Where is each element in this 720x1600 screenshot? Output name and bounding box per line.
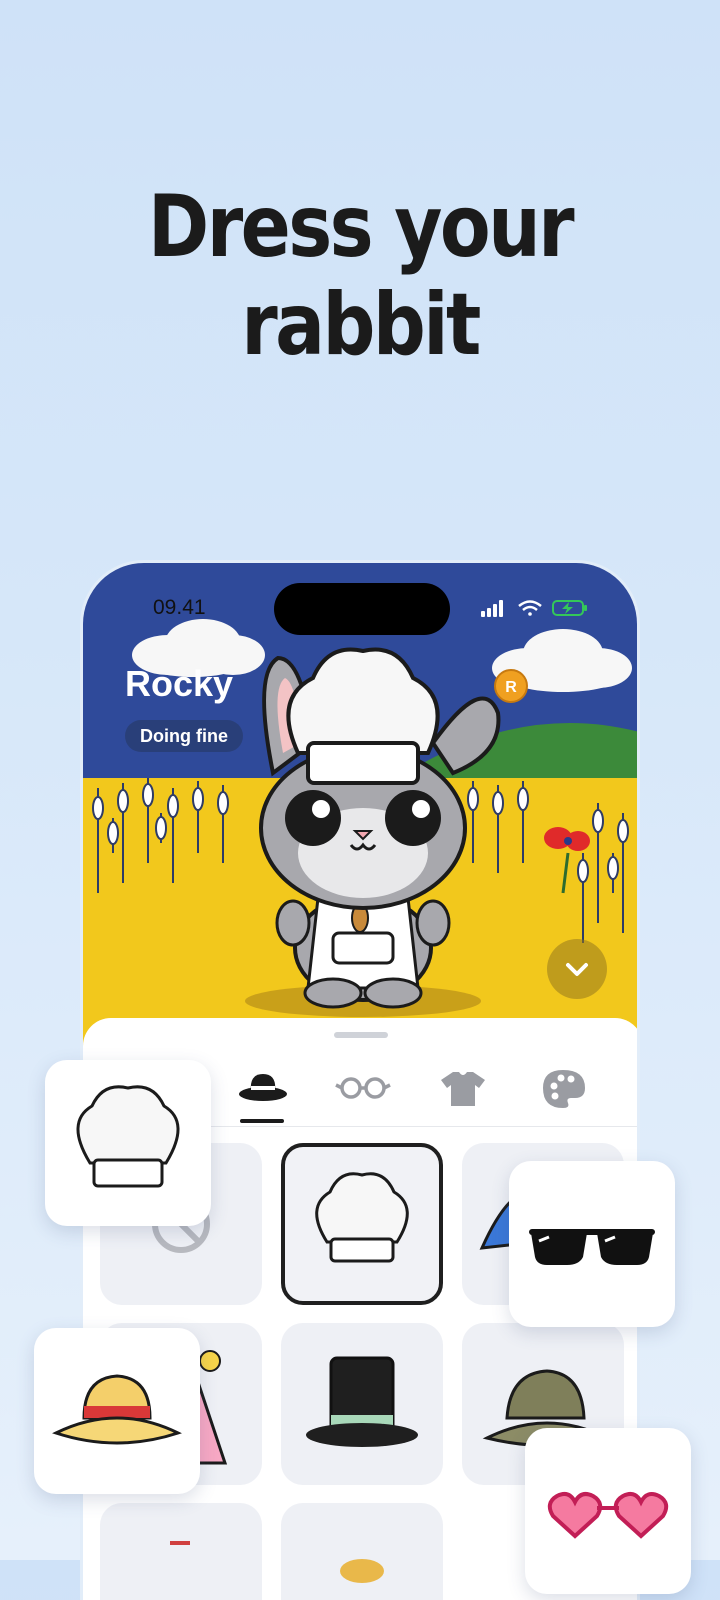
- dynamic-island: [274, 583, 450, 635]
- preview-card-heart-glasses: [525, 1428, 691, 1594]
- item-top-hat[interactable]: [281, 1323, 443, 1485]
- hat-icon: [239, 1074, 287, 1101]
- wifi-icon: [518, 600, 542, 616]
- rabbit-character[interactable]: [233, 603, 513, 1023]
- headline-line-1: Dress your: [147, 177, 575, 277]
- tab-hats[interactable]: [233, 1058, 293, 1118]
- sunglasses-icon: [529, 1229, 655, 1265]
- chevron-down-icon: [566, 963, 588, 976]
- heart-glasses-icon: [547, 1492, 669, 1539]
- hat-icon: [170, 1541, 190, 1545]
- tab-colors[interactable]: [533, 1058, 593, 1118]
- item-8[interactable]: [281, 1503, 443, 1600]
- preview-card-sunglasses: [509, 1161, 675, 1327]
- tab-glasses[interactable]: [333, 1058, 393, 1118]
- item-7[interactable]: [100, 1503, 262, 1600]
- headline-line-2: rabbit: [241, 275, 481, 375]
- top-hat-icon: [306, 1356, 418, 1447]
- glasses-icon: [335, 1077, 391, 1099]
- preview-card-straw-hat: [34, 1328, 200, 1494]
- chef-hat-icon: [76, 1085, 180, 1188]
- battery-charging-icon: [552, 600, 587, 616]
- item-chef-hat[interactable]: [281, 1143, 443, 1305]
- headline: Dress your rabbit: [50, 178, 669, 374]
- svg-text:R: R: [505, 679, 517, 696]
- mood-badge: Doing fine: [125, 720, 243, 752]
- straw-hat-icon: [52, 1374, 182, 1445]
- signal-icon: [481, 600, 503, 617]
- equipped-chef-hat: [286, 647, 440, 785]
- preview-card-chef-hat: [45, 1060, 211, 1226]
- coin-icon[interactable]: R: [494, 669, 528, 703]
- chef-hat-icon: [315, 1172, 409, 1263]
- pet-name: Rocky: [125, 663, 234, 704]
- shirt-icon: [441, 1072, 485, 1106]
- tab-clothes[interactable]: [433, 1058, 493, 1118]
- selected-tab-indicator: [240, 1119, 284, 1123]
- status-icons: [481, 600, 587, 617]
- hat-icon: [340, 1559, 384, 1583]
- status-time: 09.41: [153, 596, 206, 619]
- palette-icon: [543, 1070, 585, 1108]
- sheet-grabber[interactable]: [334, 1032, 388, 1038]
- collapse-scene-button[interactable]: [547, 939, 607, 999]
